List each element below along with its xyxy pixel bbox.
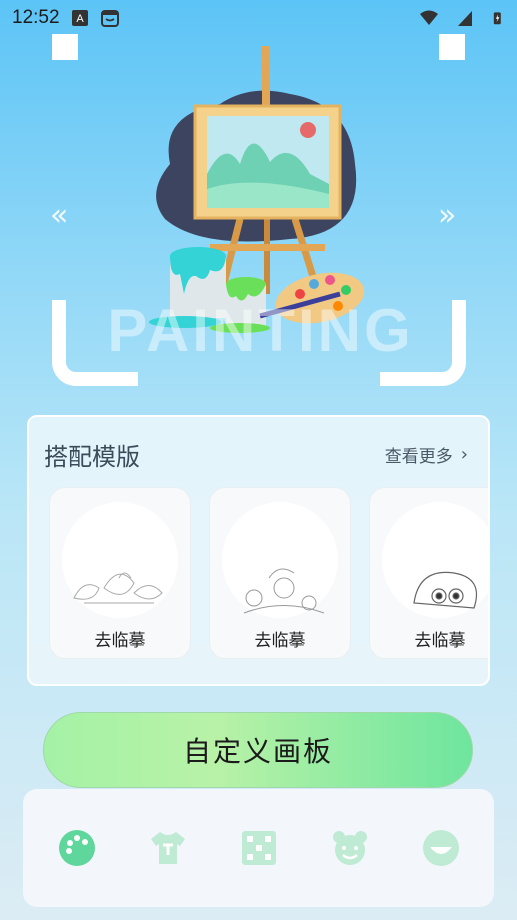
- template-label: 去临摹: [254, 631, 306, 651]
- face-icon: [100, 10, 119, 27]
- template-card[interactable]: 去临摹: [49, 487, 191, 659]
- prev-arrow[interactable]: «: [50, 198, 68, 233]
- template-list[interactable]: 去临摹 去临摹 去临摹: [49, 487, 488, 663]
- template-label: 去临摹: [94, 631, 146, 651]
- flower-sketch-icon: [73, 572, 163, 604]
- dice-icon: [241, 831, 276, 865]
- section-title: 搭配模版: [44, 443, 140, 471]
- easel-illustration: [149, 46, 365, 333]
- battery-charging-icon: [493, 12, 501, 25]
- template-card[interactable]: 去临摹: [209, 487, 351, 659]
- tab-palette[interactable]: [54, 825, 100, 871]
- status-bar: 12:52 A: [0, 0, 517, 36]
- tab-shirt[interactable]: [145, 825, 191, 871]
- palette-icon: [58, 830, 95, 866]
- shirt-icon: [150, 832, 185, 864]
- tab-dice[interactable]: [236, 825, 282, 871]
- painting-watermark: PAINTING: [107, 297, 414, 364]
- custom-board-button[interactable]: 自定义画板: [43, 712, 473, 788]
- smile-icon: [422, 830, 459, 866]
- tab-smile[interactable]: [418, 825, 464, 871]
- signal-icon: [458, 11, 472, 26]
- creature-sketch-icon: [413, 571, 478, 609]
- svg-text:A: A: [76, 13, 84, 25]
- view-more-link[interactable]: 查看更多 ›: [385, 442, 468, 467]
- bottom-tab-bar: [23, 789, 494, 907]
- next-arrow[interactable]: »: [438, 198, 456, 233]
- template-section: 搭配模版 查看更多 › 去临摹 去临摹 去临摹: [27, 415, 490, 686]
- chevron-right-icon: ›: [460, 444, 468, 465]
- bear-icon: [332, 831, 367, 865]
- template-card[interactable]: 去临摹: [369, 487, 488, 659]
- flower-sketch-icon: [243, 568, 325, 614]
- wifi-icon: [420, 10, 438, 25]
- template-label: 去临摹: [414, 631, 466, 651]
- view-more-label: 查看更多: [384, 447, 453, 467]
- tab-bear[interactable]: [327, 825, 373, 871]
- text-icon: A: [71, 10, 88, 26]
- status-time: 12:52: [12, 7, 60, 28]
